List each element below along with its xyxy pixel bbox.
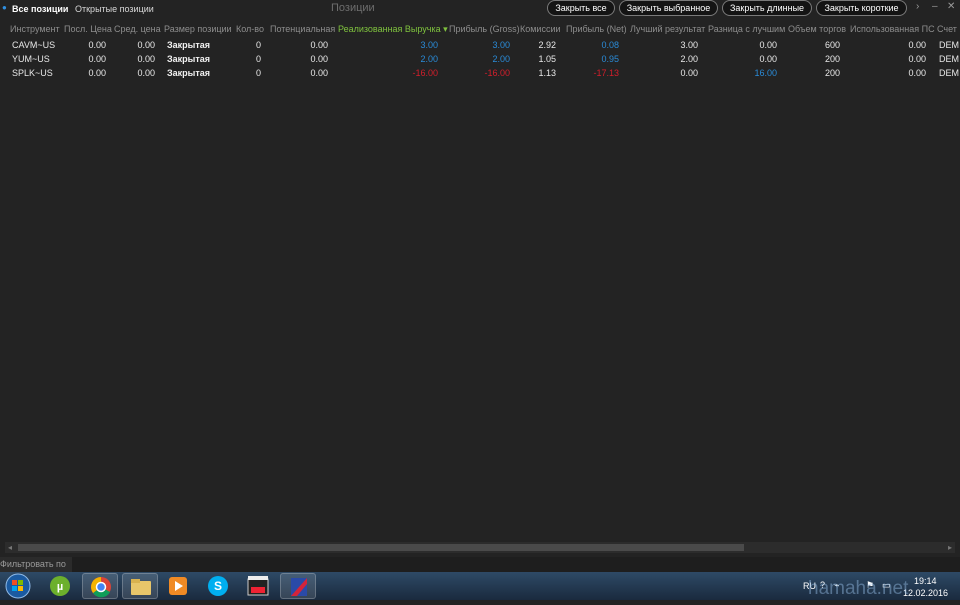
clock-date[interactable]: 12.02.2016: [903, 588, 948, 598]
active-tab-indicator-icon: ●: [2, 3, 7, 12]
column-header-commissions[interactable]: Комиссии: [520, 22, 561, 36]
column-header-realized-revenue[interactable]: Реализованная Выручка ▾: [338, 22, 448, 36]
scroll-left-icon[interactable]: ◂: [8, 542, 12, 553]
cell-realized-revenue: -16.00: [412, 68, 438, 78]
skype-icon[interactable]: S: [200, 573, 236, 599]
column-header-diff-with-best[interactable]: Разница с лучшим: [708, 22, 785, 36]
column-header-profit-gross[interactable]: Прибыль (Gross): [449, 22, 520, 36]
cell-diff-with-best: 0.00: [759, 54, 777, 64]
taskbar: µ S RU ? ⌁ ⚑ ▭ 19:14 12.02.2016 hamaha.n…: [0, 572, 960, 600]
cell-avg-price: 0.00: [137, 40, 155, 50]
cell-instrument: CAVM~US: [12, 40, 56, 50]
column-header-quantity[interactable]: Кол-во: [236, 22, 264, 36]
cell-last-price: 0.00: [88, 40, 106, 50]
close-short-button[interactable]: Закрыть короткие: [816, 0, 907, 16]
scrollbar-thumb[interactable]: [18, 544, 744, 551]
close-all-button[interactable]: Закрыть все: [547, 0, 615, 16]
filter-input[interactable]: Фильтровать по: [0, 557, 72, 572]
column-header-avg-price[interactable]: Сред. цена: [114, 22, 161, 36]
cell-realized-revenue: 2.00: [420, 54, 438, 64]
column-header-last-price[interactable]: Посл. Цена: [64, 22, 112, 36]
cell-position-size: Закрытая: [167, 40, 210, 50]
cell-potential: 0.00: [310, 68, 328, 78]
video-editor-icon[interactable]: [240, 573, 276, 599]
column-header-account[interactable]: Счет: [937, 22, 957, 36]
column-header-position-size[interactable]: Размер позиции: [164, 22, 232, 36]
chrome-icon[interactable]: [82, 573, 118, 599]
column-header-profit-net[interactable]: Прибыль (Net): [566, 22, 627, 36]
cell-potential: 0.00: [310, 54, 328, 64]
cell-profit-gross: 3.00: [492, 40, 510, 50]
close-icon[interactable]: ✕: [947, 1, 955, 12]
cell-best-result: 2.00: [680, 54, 698, 64]
svg-text:S: S: [214, 579, 222, 593]
cell-best-result: 0.00: [680, 68, 698, 78]
table-row[interactable]: YUM~US 0.00 0.00 Закрытая 0 0.00 2.00 2.00 1.05 0…: [0, 52, 960, 66]
window-title: Позиции: [331, 2, 375, 14]
cell-position-size: Закрытая: [167, 54, 210, 64]
table-header: Инструмент Посл. Цена Сред. цена Размер …: [0, 22, 960, 36]
cell-trade-volume: 200: [824, 54, 840, 64]
cell-used-margin: 0.00: [908, 40, 926, 50]
cell-commissions: 2.92: [538, 40, 556, 50]
cell-profit-gross: 2.00: [492, 54, 510, 64]
horizontal-scrollbar[interactable]: ◂ ▸: [5, 542, 955, 553]
cell-quantity: 0: [255, 54, 261, 64]
sort-desc-icon: ▾: [443, 24, 448, 34]
cell-trade-volume: 200: [824, 68, 840, 78]
close-long-button[interactable]: Закрыть длинные: [722, 0, 812, 16]
utorrent-icon[interactable]: µ: [42, 573, 78, 599]
cell-used-margin: 0.00: [908, 68, 926, 78]
column-header-used-margin[interactable]: Использованная ПС: [850, 22, 935, 36]
cell-commissions: 1.05: [538, 54, 556, 64]
cell-potential: 0.00: [310, 40, 328, 50]
table-row[interactable]: SPLK~US 0.00 0.00 Закрытая 0 0.00 -16.00 -16.00…: [0, 66, 960, 80]
scroll-right-icon[interactable]: ▸: [948, 542, 952, 553]
cell-last-price: 0.00: [88, 68, 106, 78]
clock-time[interactable]: 19:14: [914, 576, 937, 586]
column-header-trade-volume[interactable]: Объем торгов: [788, 22, 846, 36]
trading-platform-icon[interactable]: [280, 573, 316, 599]
file-explorer-icon[interactable]: [122, 573, 158, 599]
cell-commissions: 1.13: [538, 68, 556, 78]
cell-used-margin: 0.00: [908, 54, 926, 64]
filter-bar: [0, 557, 960, 572]
cell-account: DEM: [939, 54, 959, 64]
cell-account: DEM: [939, 40, 959, 50]
cell-diff-with-best: 0.00: [759, 40, 777, 50]
svg-text:µ: µ: [57, 581, 63, 593]
cell-quantity: 0: [255, 40, 261, 50]
table-row[interactable]: CAVM~US 0.00 0.00 Закрытая 0 0.00 3.00 3.00 2.92…: [0, 38, 960, 52]
tab-open-positions[interactable]: Открытые позиции: [75, 4, 154, 14]
cell-profit-gross: -16.00: [484, 68, 510, 78]
column-header-best-result[interactable]: Лучший результат: [630, 22, 705, 36]
cell-instrument: YUM~US: [12, 54, 50, 64]
top-bar: ● Все позиции Открытые позиции Позиции З…: [0, 0, 960, 18]
media-player-icon[interactable]: [160, 573, 196, 599]
tab-all-positions[interactable]: Все позиции: [12, 4, 68, 14]
cell-best-result: 3.00: [680, 40, 698, 50]
minimize-icon[interactable]: –: [932, 1, 938, 12]
close-selected-button[interactable]: Закрыть выбранное: [619, 0, 718, 16]
cell-diff-with-best: 16.00: [754, 68, 777, 78]
cell-profit-net: 0.08: [601, 40, 619, 50]
cell-avg-price: 0.00: [137, 54, 155, 64]
watermark: hamaha.net: [808, 578, 909, 599]
cell-position-size: Закрытая: [167, 68, 210, 78]
cell-profit-net: -17.13: [593, 68, 619, 78]
column-header-instrument[interactable]: Инструмент: [10, 22, 60, 36]
chevron-right-icon[interactable]: ›: [916, 1, 919, 12]
cell-quantity: 0: [255, 68, 261, 78]
cell-instrument: SPLK~US: [12, 68, 53, 78]
cell-avg-price: 0.00: [137, 68, 155, 78]
cell-realized-revenue: 3.00: [420, 40, 438, 50]
column-header-potential[interactable]: Потенциальная: [270, 22, 335, 36]
cell-account: DEM: [939, 68, 959, 78]
cell-last-price: 0.00: [88, 54, 106, 64]
cell-trade-volume: 600: [824, 40, 840, 50]
cell-profit-net: 0.95: [601, 54, 619, 64]
start-button-icon[interactable]: [4, 573, 32, 599]
